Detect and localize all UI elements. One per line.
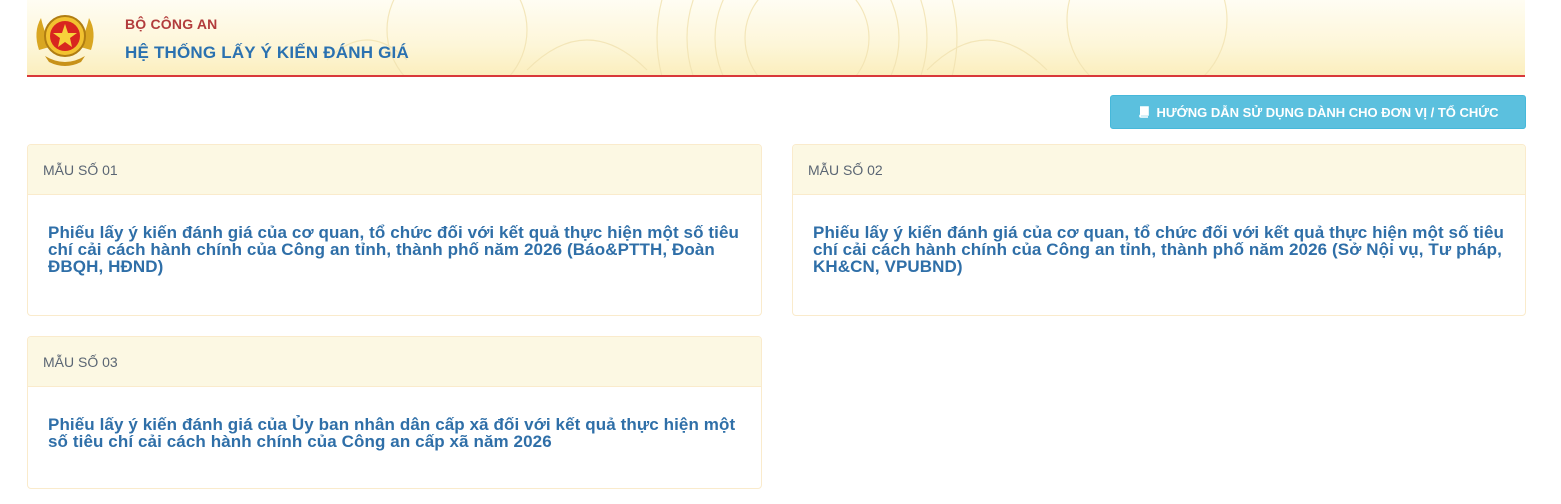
system-title: HỆ THỐNG LẤY Ý KIẾN ĐÁNH GIÁ bbox=[125, 43, 409, 62]
org-name: BỘ CÔNG AN bbox=[125, 16, 218, 32]
form-card-header: MẪU SỐ 02 bbox=[793, 145, 1525, 195]
form-card-title[interactable]: Phiếu lấy ý kiến đánh giá của Ủy ban nhâ… bbox=[28, 387, 761, 450]
book-icon bbox=[1138, 106, 1149, 118]
form-card-01[interactable]: MẪU SỐ 01 Phiếu lấy ý kiến đánh giá của … bbox=[27, 144, 762, 316]
police-emblem-icon bbox=[36, 15, 94, 66]
form-card-header: MẪU SỐ 03 bbox=[28, 337, 761, 387]
site-header: BỘ CÔNG AN HỆ THỐNG LẤY Ý KIẾN ĐÁNH GIÁ bbox=[27, 0, 1525, 76]
header-divider bbox=[27, 75, 1525, 77]
header-decoration bbox=[326, 0, 1228, 76]
form-card-title[interactable]: Phiếu lấy ý kiến đánh giá của cơ quan, t… bbox=[28, 195, 761, 275]
form-card-02[interactable]: MẪU SỐ 02 Phiếu lấy ý kiến đánh giá của … bbox=[792, 144, 1526, 316]
user-guide-label: HƯỚNG DẪN SỬ DỤNG DÀNH CHO ĐƠN VỊ / TỔ C… bbox=[1156, 104, 1499, 120]
form-card-header: MẪU SỐ 01 bbox=[28, 145, 761, 195]
form-card-03[interactable]: MẪU SỐ 03 Phiếu lấy ý kiến đánh giá của … bbox=[27, 336, 762, 489]
user-guide-button[interactable]: HƯỚNG DẪN SỬ DỤNG DÀNH CHO ĐƠN VỊ / TỔ C… bbox=[1110, 95, 1526, 129]
form-card-title[interactable]: Phiếu lấy ý kiến đánh giá của cơ quan, t… bbox=[793, 195, 1525, 275]
